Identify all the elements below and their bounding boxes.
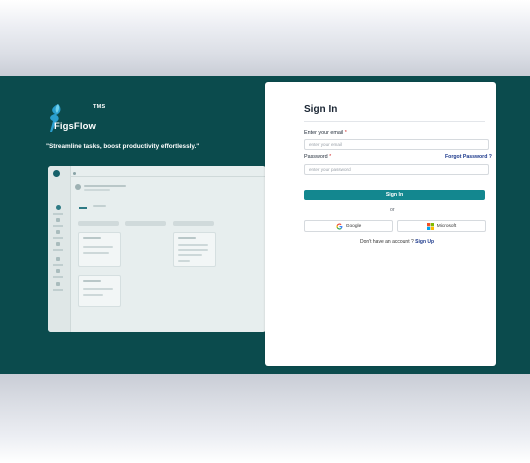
google-signin-button[interactable]: Google — [304, 220, 393, 232]
preview-line — [83, 237, 101, 239]
preview-column-header — [78, 221, 119, 226]
preview-sidebar-active — [56, 205, 61, 210]
preview-column-header — [125, 221, 166, 226]
required-mark: * — [344, 130, 347, 136]
app-preview-image — [48, 166, 266, 332]
forgot-password-link[interactable]: Forgot Password ? — [445, 154, 492, 160]
preview-sidebar-icon — [56, 269, 60, 273]
brand-badge: TMS — [93, 104, 106, 110]
no-account-text: Don't have an account ? — [360, 239, 414, 245]
preview-dot — [73, 172, 76, 175]
brand-name: FigsFlow — [54, 121, 96, 132]
email-input[interactable] — [304, 139, 489, 150]
google-icon — [336, 222, 343, 230]
blurred-background-bottom — [0, 374, 530, 463]
password-input[interactable] — [304, 164, 489, 175]
email-label: Enter your email * — [304, 130, 347, 136]
preview-sidebar-icon — [56, 230, 60, 234]
preview-line — [178, 237, 196, 239]
preview-line — [84, 185, 126, 187]
preview-sidebar-text — [53, 213, 63, 215]
password-label-text: Password — [304, 154, 328, 160]
preview-sidebar-text — [53, 264, 63, 266]
preview-line — [83, 288, 113, 290]
password-label: Password * — [304, 154, 331, 160]
preview-sidebar-icon — [56, 242, 60, 246]
microsoft-signin-button[interactable]: Microsoft — [397, 220, 486, 232]
preview-line — [178, 260, 190, 262]
preview-sidebar-text — [53, 237, 63, 239]
signin-button[interactable]: Sign In — [304, 190, 485, 200]
preview-sidebar-text — [53, 289, 63, 291]
preview-line — [83, 246, 113, 248]
email-label-text: Enter your email — [304, 130, 344, 136]
preview-column-header — [173, 221, 214, 226]
preview-line — [83, 294, 103, 296]
preview-line — [83, 252, 109, 254]
preview-tab — [93, 205, 106, 207]
or-separator: or — [390, 207, 395, 213]
microsoft-label: Microsoft — [436, 223, 457, 229]
signup-link[interactable]: Sign Up — [415, 239, 434, 245]
preview-topbar — [48, 166, 266, 177]
preview-sidebar-icon — [56, 282, 60, 286]
preview-line — [178, 244, 208, 246]
blurred-background-top — [0, 0, 530, 76]
signin-panel: Sign In Enter your email * Password * Fo… — [265, 82, 496, 366]
preview-logo — [53, 170, 60, 177]
preview-tab-active — [79, 207, 87, 209]
preview-sidebar-text — [53, 249, 63, 251]
preview-line — [178, 254, 202, 256]
tagline: "Streamline tasks, boost productivity ef… — [46, 143, 200, 150]
microsoft-icon — [426, 222, 434, 230]
brand-logo: TMS FigsFlow — [46, 103, 166, 137]
signup-prompt: Don't have an account ? Sign Up — [360, 239, 434, 245]
google-label: Google — [345, 223, 362, 229]
required-mark: * — [329, 154, 332, 160]
preview-line — [84, 189, 110, 191]
preview-avatar — [75, 184, 81, 190]
preview-sidebar-text — [53, 225, 63, 227]
signin-title: Sign In — [304, 104, 338, 115]
preview-line — [178, 249, 208, 251]
preview-sidebar-icon — [56, 257, 60, 261]
title-divider — [304, 121, 485, 122]
preview-line — [83, 280, 101, 282]
preview-sidebar-icon — [56, 218, 60, 222]
preview-sidebar-text — [53, 276, 63, 278]
